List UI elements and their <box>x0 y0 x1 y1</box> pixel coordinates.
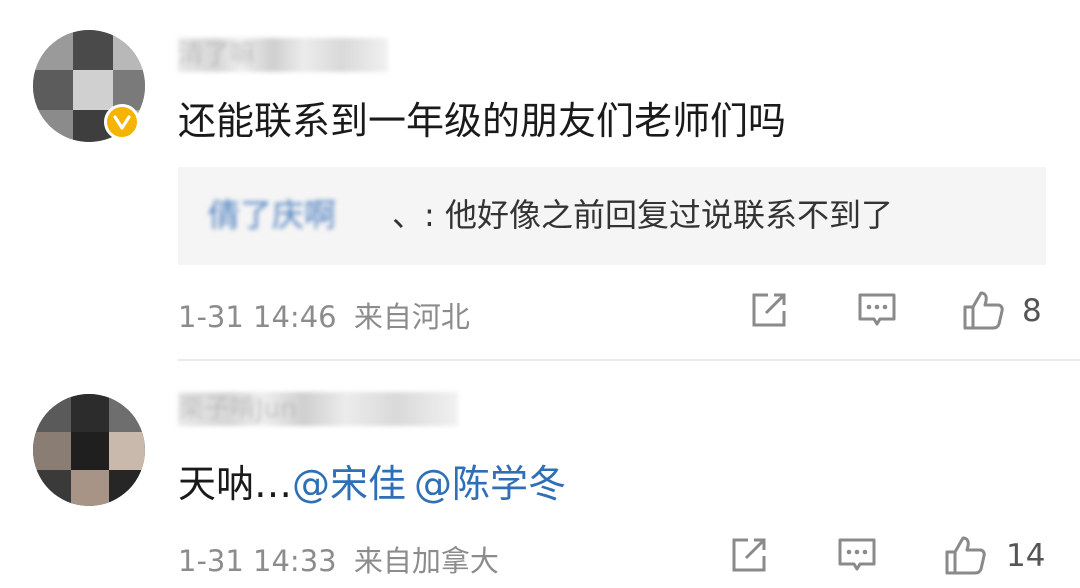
username[interactable]: 栗子啃Jun <box>178 392 458 426</box>
comment-text: 天呐…@宋佳 @陈学冬 <box>178 460 566 508</box>
share-icon[interactable] <box>746 287 792 333</box>
reply-author[interactable]: 倩了庆啊 <box>208 195 388 235</box>
comment-item-2: 栗子啃Jun 天呐…@宋佳 @陈学冬 1-31 14:33 来自加拿大 14 <box>0 362 1080 588</box>
comment-actions: 8 <box>0 287 1080 337</box>
username[interactable]: 清了嘛 <box>178 38 388 72</box>
comment-text: 还能联系到一年级的朋友们老师们吗 <box>178 99 787 143</box>
verified-v-badge-icon <box>104 104 140 140</box>
comment-body: 天呐… <box>178 462 293 506</box>
like-count: 8 <box>1022 293 1042 329</box>
mention-link[interactable]: @陈学冬 <box>414 462 566 506</box>
reply-text: 、: 他好像之前回复过说联系不到了 <box>392 195 893 235</box>
share-icon[interactable] <box>726 532 772 578</box>
comment-actions: 14 <box>0 532 1080 582</box>
comment-item-1: 清了嘛 还能联系到一年级的朋友们老师们吗 倩了庆啊 、: 他好像之前回复过说联系… <box>0 0 1080 361</box>
thumbs-up-icon[interactable] <box>960 287 1006 333</box>
divider <box>178 359 1080 361</box>
comment-bubble-icon[interactable] <box>854 287 900 333</box>
like-count: 14 <box>1006 538 1046 574</box>
mention-link[interactable]: @宋佳 <box>292 462 406 506</box>
reply-preview[interactable]: 倩了庆啊 、: 他好像之前回复过说联系不到了 <box>178 167 1046 265</box>
comment-bubble-icon[interactable] <box>834 532 880 578</box>
reply-separator: 、: <box>392 196 435 234</box>
reply-body: 他好像之前回复过说联系不到了 <box>444 196 893 234</box>
thumbs-up-icon[interactable] <box>942 532 988 578</box>
avatar[interactable] <box>33 394 145 506</box>
